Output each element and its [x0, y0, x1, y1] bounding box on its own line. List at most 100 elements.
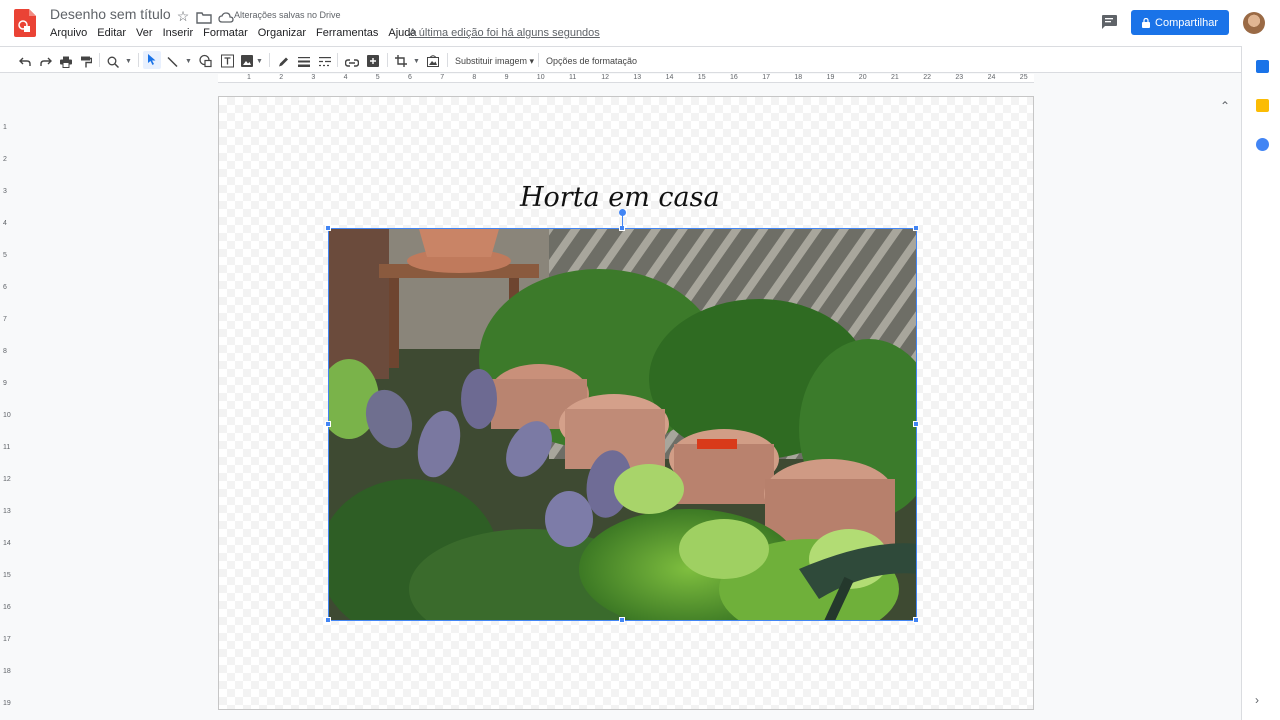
ruler-h-label: 20 [858, 74, 867, 81]
ruler-h-label: 15 [697, 74, 706, 81]
toolbar-separator [447, 53, 448, 67]
toolbar: ▼ ▼ ▼ ▼ Substituir imagem ▾ Opções de fo… [0, 46, 1241, 113]
resize-handle-top-left[interactable] [325, 225, 331, 231]
resize-handle-bottom-right[interactable] [913, 617, 919, 623]
calendar-icon[interactable] [1256, 60, 1269, 73]
undo-icon[interactable] [19, 54, 31, 70]
menu-inserir[interactable]: Inserir [163, 27, 194, 39]
star-icon[interactable]: ☆ [175, 8, 191, 24]
redo-icon[interactable] [40, 54, 52, 70]
ruler-h-label: 23 [955, 74, 964, 81]
ruler-v-label: 8 [3, 348, 7, 355]
resize-handle-top-right[interactable] [913, 225, 919, 231]
garden-photo-image [329, 229, 916, 620]
ruler-h-label: 4 [343, 74, 348, 81]
crop-dropdown-icon[interactable]: ▼ [413, 54, 420, 70]
ruler-v-label: 12 [3, 476, 11, 483]
header: Desenho sem título ☆ Alterações salvas n… [0, 0, 1280, 46]
ruler-h-label: 18 [794, 74, 803, 81]
comment-add-icon[interactable] [367, 53, 379, 69]
avatar[interactable] [1243, 12, 1265, 34]
folder-icon[interactable] [196, 10, 212, 26]
tasks-icon[interactable] [1256, 138, 1269, 151]
ruler-h-label: 17 [762, 74, 770, 81]
resize-handle-bottom[interactable] [619, 617, 625, 623]
side-panel [1241, 46, 1280, 720]
ruler-h-label: 7 [440, 74, 445, 81]
image-icon[interactable] [241, 53, 253, 69]
menu-ver[interactable]: Ver [136, 27, 153, 39]
drawing-canvas[interactable]: Horta em casa [218, 96, 1034, 710]
replace-image-button[interactable]: Substituir imagem ▾ [455, 53, 534, 69]
ruler-h-label: 10 [536, 74, 545, 81]
collapse-toolbar-icon[interactable]: ⌃ [1220, 99, 1230, 113]
ruler-v-label: 19 [3, 700, 11, 707]
menu-arquivo[interactable]: Arquivo [50, 27, 87, 39]
ruler-v-label: 9 [3, 380, 7, 387]
last-edit-link[interactable]: A última edição foi há alguns segundos [409, 27, 600, 39]
toolbar-separator [138, 53, 139, 67]
format-options-button[interactable]: Opções de formatação [546, 53, 637, 69]
ruler-v-label: 14 [3, 540, 11, 547]
horizontal-ruler: 1 2 3 4 5 6 7 8 9 10 11 12 13 14 15 16 17 18 19 20 21 22 23 24 2… [218, 74, 1034, 83]
textbox-icon[interactable] [221, 53, 234, 69]
zoom-dropdown-icon[interactable]: ▼ [125, 54, 132, 70]
app: Desenho sem título ☆ Alterações salvas n… [0, 0, 1280, 720]
ruler-v-label: 4 [3, 220, 7, 227]
reset-image-icon[interactable] [427, 53, 439, 69]
ruler-h-label: 14 [665, 74, 674, 81]
menu-editar[interactable]: Editar [97, 27, 126, 39]
replace-image-label: Substituir imagem [455, 56, 528, 66]
ruler-h-label: 5 [375, 74, 380, 81]
expand-side-panel-icon[interactable]: › [1255, 693, 1259, 707]
document-title[interactable]: Desenho sem título [50, 6, 171, 22]
rotation-handle[interactable] [619, 209, 626, 216]
pen-icon[interactable] [278, 54, 289, 70]
ruler-h-label: 21 [891, 74, 899, 81]
drawings-logo-icon[interactable] [14, 9, 36, 37]
resize-handle-bottom-left[interactable] [325, 617, 331, 623]
ruler-h-label: 12 [601, 74, 609, 81]
line-icon[interactable] [167, 54, 178, 70]
menu-bar: Arquivo Editar Ver Inserir Formatar Orga… [50, 27, 427, 39]
ruler-v-label: 10 [3, 412, 11, 419]
comment-icon[interactable] [1100, 14, 1118, 30]
garden-photo[interactable] [328, 228, 917, 621]
image-dropdown-icon[interactable]: ▼ [256, 54, 263, 70]
menu-organizar[interactable]: Organizar [258, 27, 306, 39]
crop-icon[interactable] [395, 53, 407, 69]
menu-formatar[interactable]: Formatar [203, 27, 248, 39]
ruler-v-label: 7 [3, 316, 7, 323]
vertical-ruler: 1 2 3 4 5 6 7 8 9 10 11 12 13 14 15 16 17 18 19 [0, 84, 12, 720]
line-weight-icon[interactable] [298, 54, 310, 70]
menu-ferramentas[interactable]: Ferramentas [316, 27, 378, 39]
ruler-v-label: 18 [3, 668, 11, 675]
print-icon[interactable] [60, 54, 72, 70]
select-tool[interactable] [143, 51, 161, 69]
link-icon[interactable] [345, 55, 359, 71]
ruler-h-label: 24 [987, 74, 996, 81]
ruler-h-label: 1 [247, 74, 251, 81]
ruler-h-label: 13 [633, 74, 642, 81]
line-dash-icon[interactable] [319, 54, 331, 70]
resize-handle-left[interactable] [325, 421, 331, 427]
keep-icon[interactable] [1256, 99, 1269, 112]
ruler-h-label: 25 [1019, 74, 1028, 81]
zoom-icon[interactable] [107, 54, 119, 70]
ruler-h-label: 11 [569, 74, 577, 81]
ruler-v-label: 1 [3, 124, 7, 131]
resize-handle-right[interactable] [913, 421, 919, 427]
drawing-title-text[interactable]: Horta em casa [520, 182, 720, 213]
share-button[interactable]: Compartilhar [1131, 10, 1229, 35]
ruler-v-label: 11 [3, 444, 11, 451]
ruler-h-label: 9 [504, 74, 509, 81]
paint-format-icon[interactable] [81, 54, 92, 70]
lock-icon [1142, 17, 1151, 28]
toolbar-separator [538, 53, 539, 67]
ruler-v-label: 15 [3, 572, 11, 579]
shape-icon[interactable] [199, 53, 212, 69]
ruler-v-label: 16 [3, 604, 11, 611]
ruler-h-label: 22 [923, 74, 931, 81]
line-dropdown-icon[interactable]: ▼ [185, 54, 192, 70]
toolbar-separator [387, 53, 388, 67]
